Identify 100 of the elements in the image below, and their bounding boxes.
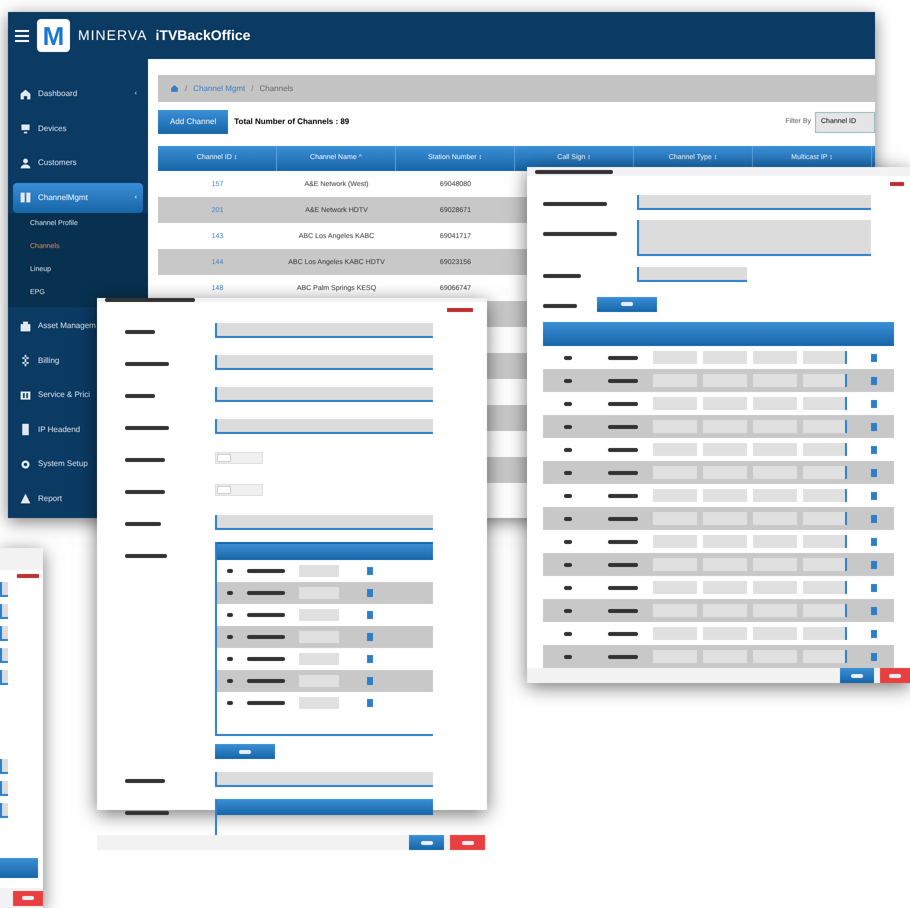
input-field[interactable] (803, 650, 847, 663)
input-field[interactable] (653, 466, 697, 479)
select-field[interactable] (0, 803, 8, 818)
select-field[interactable] (299, 631, 339, 643)
select-field[interactable] (753, 650, 797, 663)
select-field[interactable] (299, 565, 339, 577)
edit-icon[interactable] (871, 606, 877, 614)
edit-icon[interactable] (871, 468, 877, 476)
select-field[interactable] (753, 489, 797, 502)
select-field[interactable] (753, 397, 797, 410)
input-field[interactable] (703, 604, 747, 617)
edit-icon[interactable] (871, 446, 877, 454)
input-field[interactable] (703, 581, 747, 594)
toggle-switch[interactable] (215, 452, 263, 464)
select-field[interactable] (215, 514, 433, 530)
save-button[interactable] (597, 296, 657, 312)
edit-icon[interactable] (871, 584, 877, 592)
edit-icon[interactable] (871, 492, 877, 500)
select-field[interactable] (0, 781, 8, 796)
input-field[interactable] (803, 397, 847, 410)
select-field[interactable] (299, 653, 339, 665)
input-field[interactable] (703, 535, 747, 548)
edit-icon[interactable] (871, 630, 877, 638)
edit-icon[interactable] (871, 652, 877, 660)
select-field[interactable] (753, 604, 797, 617)
input-field[interactable] (803, 604, 847, 617)
input-field[interactable] (653, 512, 697, 525)
input-field[interactable] (215, 322, 433, 338)
input-field[interactable] (653, 558, 697, 571)
input-field[interactable] (653, 374, 697, 387)
input-field[interactable] (215, 418, 433, 434)
input-field[interactable] (803, 466, 847, 479)
select-field[interactable] (753, 535, 797, 548)
input-field[interactable] (653, 489, 697, 502)
sidebar-item[interactable]: Billing (13, 346, 143, 376)
input-field[interactable] (803, 581, 847, 594)
toggle-switch[interactable] (215, 484, 263, 496)
input-field[interactable] (637, 194, 871, 210)
input-field[interactable] (703, 374, 747, 387)
input-field[interactable] (803, 351, 847, 364)
cancel-button[interactable] (13, 890, 43, 906)
input-field[interactable] (703, 512, 747, 525)
select-field[interactable] (0, 759, 8, 774)
input-field[interactable] (653, 351, 697, 364)
select-field[interactable] (753, 466, 797, 479)
select-field[interactable] (637, 266, 747, 282)
input-field[interactable] (215, 772, 433, 786)
input-field[interactable] (803, 443, 847, 456)
input-field[interactable] (803, 489, 847, 502)
input-field[interactable] (653, 443, 697, 456)
edit-icon[interactable] (871, 514, 877, 522)
input-field[interactable] (653, 650, 697, 663)
input-field[interactable] (0, 604, 8, 619)
input-field[interactable] (703, 627, 747, 640)
edit-icon[interactable] (871, 376, 877, 384)
sidebar-item[interactable]: Devices (13, 114, 143, 144)
select-field[interactable] (753, 420, 797, 433)
sidebar-item[interactable]: IP Headend (13, 414, 143, 445)
input-field[interactable] (703, 420, 747, 433)
save-button[interactable] (215, 744, 275, 759)
cancel-button[interactable] (450, 835, 485, 850)
input-field[interactable] (803, 558, 847, 571)
input-field[interactable] (703, 466, 747, 479)
select-field[interactable] (299, 609, 339, 621)
select-field[interactable] (753, 443, 797, 456)
add-channel-button[interactable]: Add Channel (158, 110, 228, 134)
menu-icon[interactable] (15, 30, 29, 42)
sidebar-item[interactable]: Service & Prici (13, 380, 143, 410)
input-field[interactable] (703, 650, 747, 663)
input-field[interactable] (703, 489, 747, 502)
edit-icon[interactable] (871, 538, 877, 546)
sidebar-item[interactable]: Report (13, 484, 143, 514)
input-field[interactable] (215, 354, 433, 370)
input-field[interactable] (803, 512, 847, 525)
select-field[interactable] (299, 587, 339, 599)
sidebar-item[interactable]: System Setup (13, 449, 143, 480)
save-button[interactable] (409, 835, 444, 850)
input-field[interactable] (0, 648, 8, 663)
select-field[interactable] (753, 627, 797, 640)
input-field[interactable] (215, 386, 433, 402)
save-button[interactable] (840, 668, 874, 683)
input-field[interactable] (653, 604, 697, 617)
select-field[interactable] (0, 582, 8, 597)
input-field[interactable] (653, 581, 697, 594)
edit-icon[interactable] (871, 560, 877, 568)
input-field[interactable] (653, 627, 697, 640)
edit-icon[interactable] (871, 354, 877, 362)
input-field[interactable] (803, 420, 847, 433)
input-field[interactable] (803, 627, 847, 640)
select-field[interactable] (0, 670, 8, 685)
sidebar-item[interactable]: Customers (13, 148, 143, 178)
input-field[interactable] (637, 220, 871, 256)
input-field[interactable] (803, 374, 847, 387)
input-field[interactable] (653, 397, 697, 410)
select-field[interactable] (753, 581, 797, 594)
select-field[interactable] (0, 626, 8, 641)
edit-icon[interactable] (871, 422, 877, 430)
home-icon[interactable] (170, 84, 179, 93)
select-field[interactable] (753, 512, 797, 525)
select-field[interactable] (753, 558, 797, 571)
